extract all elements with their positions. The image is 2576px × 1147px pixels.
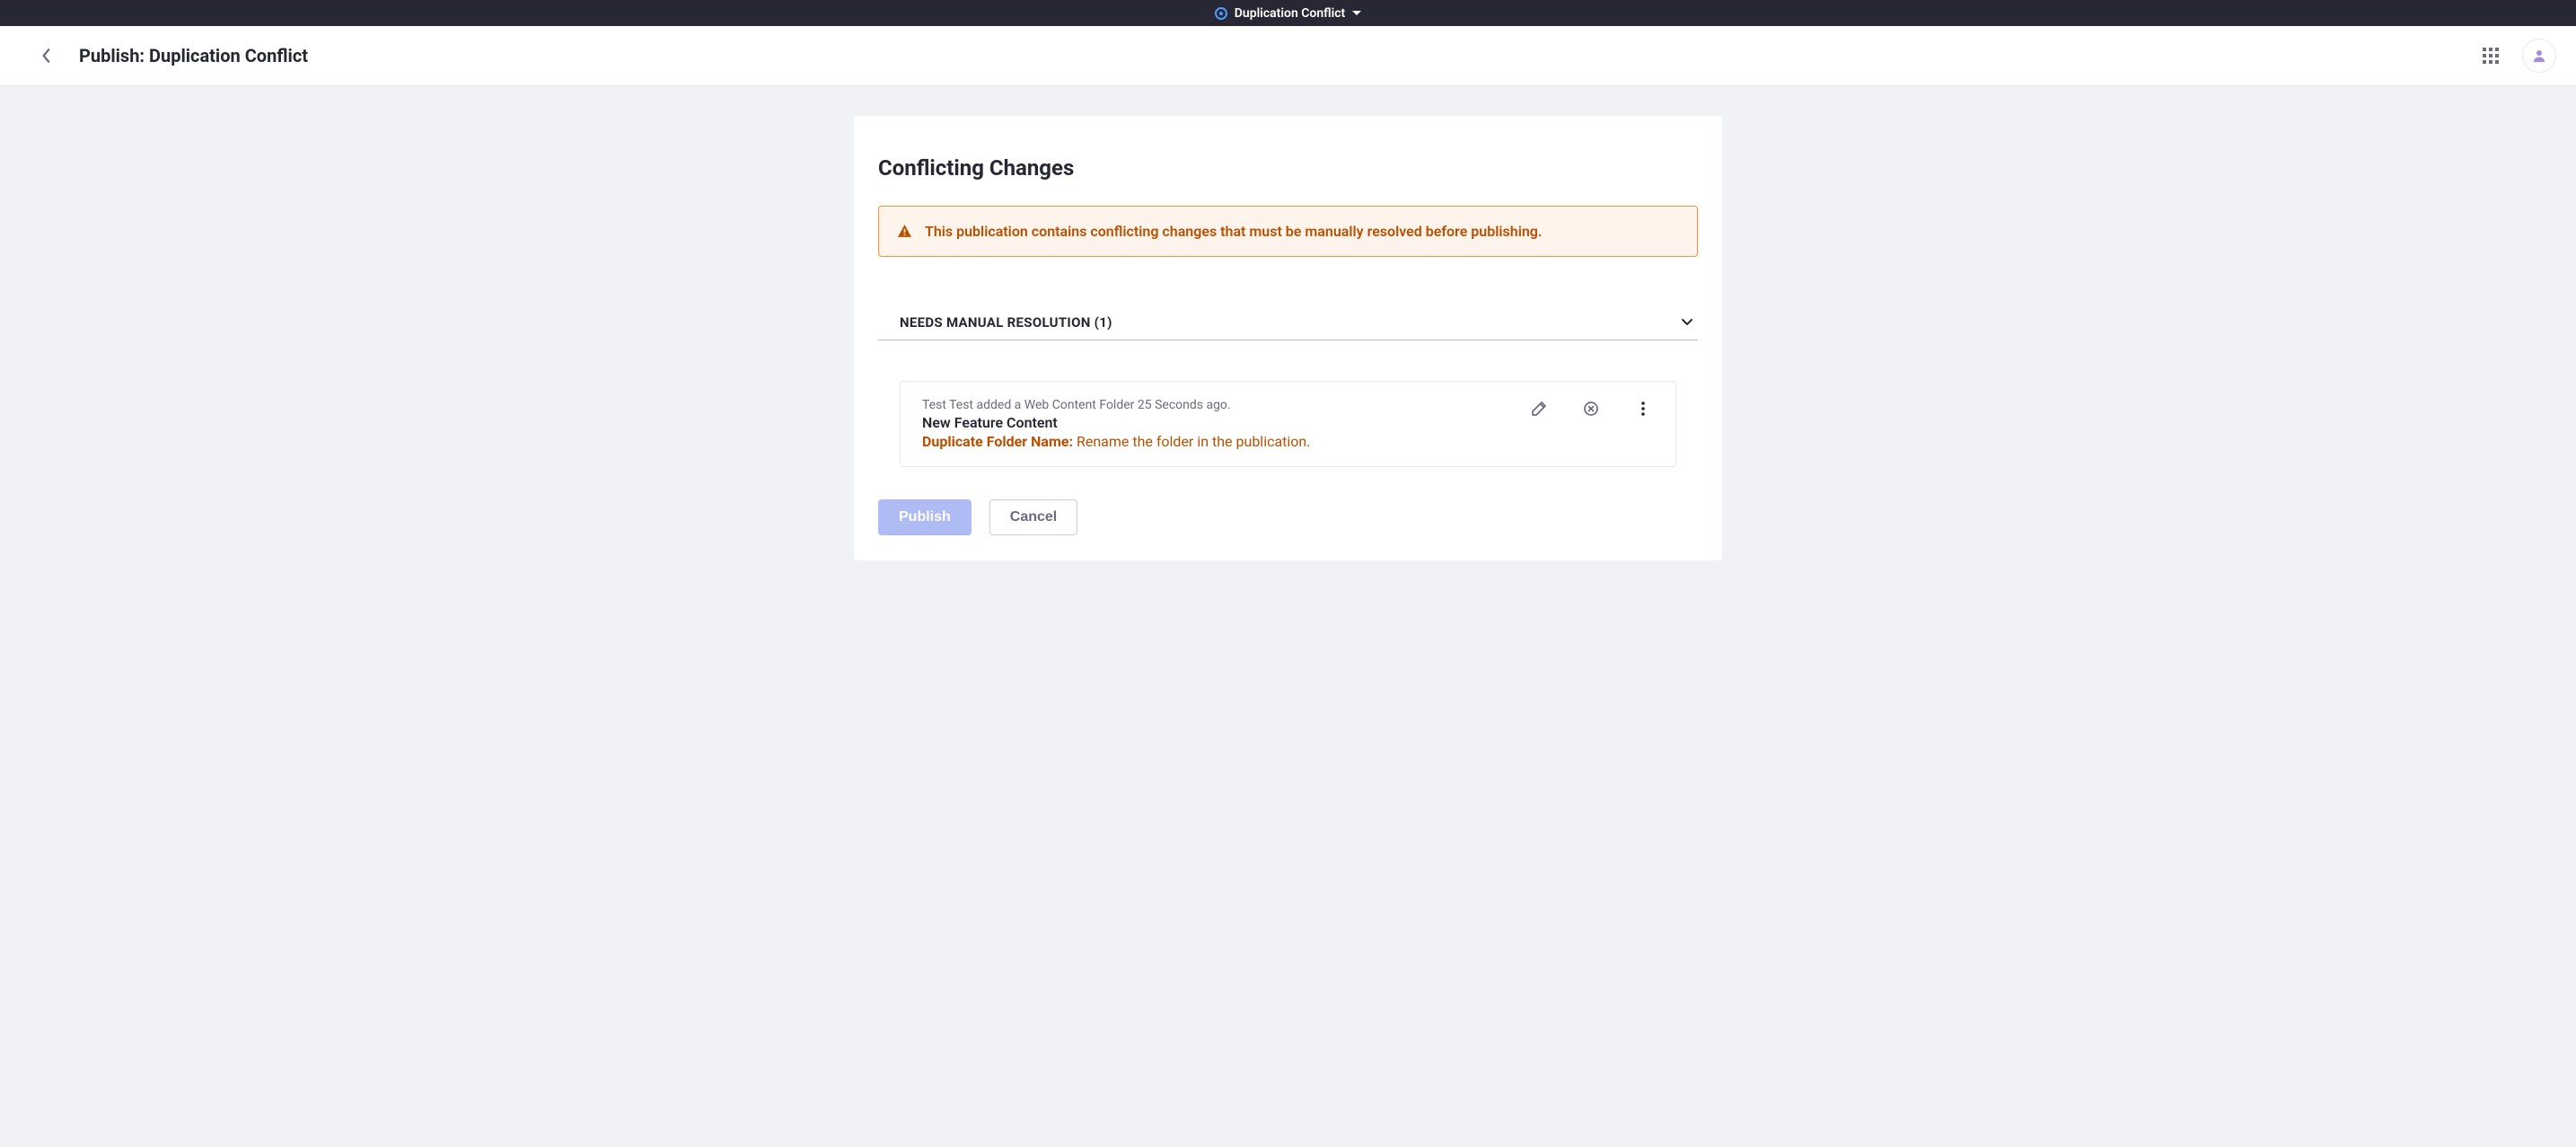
back-button[interactable] xyxy=(36,45,57,66)
conflict-item: Test Test added a Web Content Folder 25 … xyxy=(900,381,1676,467)
topbar-title-text: Duplication Conflict xyxy=(1235,6,1345,21)
edit-button[interactable] xyxy=(1528,398,1550,419)
warning-triangle-icon xyxy=(897,224,912,239)
chevron-left-icon xyxy=(40,48,53,64)
alert-message: This publication contains conflicting ch… xyxy=(925,223,1542,240)
user-avatar[interactable] xyxy=(2522,39,2556,73)
conflict-title: New Feature Content xyxy=(922,414,1310,431)
conflict-actions xyxy=(1528,398,1654,419)
header-left: Publish: Duplication Conflict xyxy=(36,45,308,66)
page-title: Publish: Duplication Conflict xyxy=(79,45,308,66)
main-card: Conflicting Changes This publication con… xyxy=(854,116,1722,560)
topbar-title-dropdown[interactable]: Duplication Conflict xyxy=(1215,6,1361,21)
caret-down-icon xyxy=(1352,11,1361,15)
page-header: Publish: Duplication Conflict xyxy=(0,26,2576,86)
header-right xyxy=(2477,39,2556,73)
conflict-info: Test Test added a Web Content Folder 25 … xyxy=(922,398,1310,450)
conflict-warning: Duplicate Folder Name: Rename the folder… xyxy=(922,433,1310,450)
conflict-warning-text: Rename the folder in the publication. xyxy=(1077,433,1311,450)
conflict-warning-label: Duplicate Folder Name: xyxy=(922,433,1077,450)
cancel-button[interactable]: Cancel xyxy=(989,499,1077,535)
topbar: Duplication Conflict xyxy=(0,0,2576,26)
apps-icon xyxy=(2483,48,2486,51)
apps-menu-button[interactable] xyxy=(2477,42,2504,69)
section-header-title: NEEDS MANUAL RESOLUTION (1) xyxy=(900,314,1112,331)
warning-alert: This publication contains conflicting ch… xyxy=(878,206,1698,257)
more-actions-button[interactable] xyxy=(1632,398,1654,419)
publish-button[interactable]: Publish xyxy=(878,499,971,535)
card-title: Conflicting Changes xyxy=(878,155,1698,181)
radio-target-icon xyxy=(1215,7,1227,20)
action-buttons: Publish Cancel xyxy=(878,499,1698,535)
discard-button[interactable] xyxy=(1580,398,1602,419)
section-header[interactable]: NEEDS MANUAL RESOLUTION (1) xyxy=(878,309,1698,340)
pencil-icon xyxy=(1531,401,1547,417)
vertical-dots-icon xyxy=(1641,401,1645,417)
circle-x-icon xyxy=(1583,401,1599,417)
conflict-meta: Test Test added a Web Content Folder 25 … xyxy=(922,398,1310,412)
chevron-down-icon xyxy=(1680,317,1694,328)
user-icon xyxy=(2532,49,2546,63)
